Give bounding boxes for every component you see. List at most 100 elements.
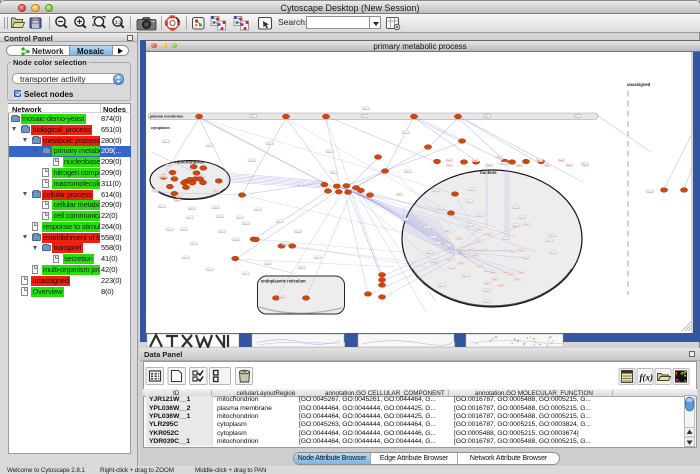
- svg-text:|--|: |--|: [362, 116, 365, 118]
- svg-text:Gen-1: Gen-1: [467, 201, 474, 203]
- svg-text:Gen-1: Gen-1: [477, 215, 484, 217]
- svg-text:Gen1: Gen1: [478, 266, 484, 268]
- svg-text:Gen1: Gen1: [445, 231, 451, 233]
- svg-text:Gen-1: Gen-1: [219, 231, 226, 233]
- svg-text:Gen-1: Gen-1: [295, 231, 302, 233]
- svg-text:nucleus: nucleus: [480, 170, 497, 175]
- svg-text:Gen1: Gen1: [537, 160, 543, 162]
- svg-text:Gen-1: Gen-1: [265, 263, 272, 265]
- svg-text:Gen1: Gen1: [511, 251, 517, 253]
- svg-text:Gen1: Gen1: [447, 165, 453, 167]
- svg-text:Gen1: Gen1: [559, 160, 565, 162]
- svg-text:Gen1: Gen1: [477, 229, 483, 231]
- svg-text:|--|: |--|: [485, 116, 488, 118]
- svg-text:Gen1: Gen1: [524, 224, 530, 226]
- svg-text:Gen-1: Gen-1: [331, 172, 338, 174]
- svg-text:Gen-1: Gen-1: [267, 143, 274, 145]
- svg-text:Gen1: Gen1: [153, 190, 159, 192]
- svg-text:Gen-1: Gen-1: [167, 229, 174, 231]
- svg-text:Gen-1: Gen-1: [547, 240, 554, 242]
- svg-text:Gen1: Gen1: [457, 238, 463, 240]
- svg-text:Gen-1: Gen-1: [191, 243, 198, 245]
- svg-text:Gen-1: Gen-1: [550, 235, 557, 237]
- svg-text:Gen1: Gen1: [493, 279, 499, 281]
- svg-text:Gen1: Gen1: [519, 272, 525, 274]
- svg-text:unassigned: unassigned: [627, 82, 651, 87]
- svg-text:Gen-1: Gen-1: [513, 225, 520, 227]
- svg-text:Gen-1: Gen-1: [297, 184, 304, 186]
- svg-text:Gen-1: Gen-1: [438, 208, 445, 210]
- svg-text:Gen1: Gen1: [447, 160, 453, 162]
- svg-text:Gen-1: Gen-1: [469, 189, 476, 191]
- svg-text:Gen-1: Gen-1: [550, 252, 557, 254]
- svg-text:Gen1: Gen1: [473, 255, 479, 257]
- svg-text:Gen1: Gen1: [161, 176, 167, 178]
- svg-text:Gen1: Gen1: [175, 200, 181, 202]
- svg-text:Gen-1: Gen-1: [405, 171, 412, 173]
- svg-text:1:1: 1:1: [115, 19, 122, 24]
- svg-text:mitochondrion: mitochondrion: [174, 160, 205, 165]
- svg-text:Gen-1: Gen-1: [513, 207, 520, 209]
- svg-text:Gen1: Gen1: [583, 165, 589, 167]
- svg-text:Gen-1: Gen-1: [187, 217, 194, 219]
- svg-text:Gen1: Gen1: [509, 274, 515, 276]
- svg-text:Gen1: Gen1: [497, 157, 503, 159]
- svg-text:Gen-1: Gen-1: [243, 273, 250, 275]
- svg-text:Gen-1: Gen-1: [647, 191, 654, 193]
- svg-text:|--|: |--|: [251, 116, 254, 118]
- svg-text:Gen-1: Gen-1: [431, 237, 438, 239]
- svg-text:Gen-1: Gen-1: [249, 160, 256, 162]
- svg-text:Gen1: Gen1: [459, 263, 465, 265]
- svg-text:Gen-1: Gen-1: [503, 238, 510, 240]
- svg-text:Gen-1: Gen-1: [163, 141, 170, 143]
- svg-text:Gen1: Gen1: [214, 191, 220, 193]
- svg-text:Gen1: Gen1: [469, 249, 475, 251]
- svg-text:Gen-1: Gen-1: [207, 269, 214, 271]
- svg-text:Gen-1: Gen-1: [277, 221, 284, 223]
- svg-text:Gen-1: Gen-1: [181, 229, 188, 231]
- svg-text:Gen-1: Gen-1: [484, 301, 491, 303]
- svg-text:Gen1: Gen1: [397, 194, 403, 196]
- svg-text:Gen-1: Gen-1: [519, 217, 526, 219]
- svg-text:Gen-1: Gen-1: [501, 163, 508, 165]
- svg-text:Gen1: Gen1: [464, 256, 470, 258]
- svg-text:Gen-1: Gen-1: [255, 209, 262, 211]
- svg-text:endoplasmic reticulum: endoplasmic reticulum: [261, 279, 306, 284]
- svg-text:Gen-1: Gen-1: [283, 243, 290, 245]
- svg-text:Gen-1: Gen-1: [233, 239, 240, 241]
- svg-text:Gen1: Gen1: [491, 272, 497, 274]
- svg-text:Gen-1: Gen-1: [299, 267, 306, 269]
- svg-text:Gen-1: Gen-1: [425, 227, 432, 229]
- svg-text:Gen1: Gen1: [517, 165, 523, 167]
- svg-text:Gen-1: Gen-1: [183, 257, 190, 259]
- svg-text:f(x): f(x): [640, 372, 654, 382]
- svg-text:Gen1: Gen1: [473, 160, 479, 162]
- svg-text:Gen-1: Gen-1: [213, 207, 220, 209]
- svg-text:Gen-1: Gen-1: [243, 223, 250, 225]
- svg-text:Gen1: Gen1: [477, 241, 483, 243]
- svg-text:Gen1: Gen1: [177, 196, 183, 198]
- svg-text:Gen1: Gen1: [447, 259, 453, 261]
- svg-text:Gen1: Gen1: [567, 165, 573, 167]
- svg-text:Gen-1: Gen-1: [449, 267, 456, 269]
- svg-text:Gen-1: Gen-1: [427, 252, 434, 254]
- svg-text:|--|: |--|: [575, 116, 578, 118]
- svg-text:Gen-1: Gen-1: [217, 216, 224, 218]
- svg-text:Gen1: Gen1: [487, 165, 493, 167]
- svg-text:Gen1: Gen1: [485, 283, 491, 285]
- svg-text:Gen-1: Gen-1: [467, 225, 474, 227]
- svg-text:Gen-1: Gen-1: [327, 151, 334, 153]
- svg-text:Gen-1: Gen-1: [435, 243, 442, 245]
- svg-text:Gen1: Gen1: [483, 250, 489, 252]
- svg-text:Gen-1: Gen-1: [403, 219, 410, 221]
- svg-text:Gen1: Gen1: [499, 285, 505, 287]
- svg-text:Gen1: Gen1: [452, 252, 458, 254]
- svg-text:Gen1: Gen1: [545, 165, 551, 167]
- svg-text:Gen-1: Gen-1: [363, 108, 370, 110]
- svg-text:Gen-1: Gen-1: [484, 290, 491, 292]
- svg-text:Gen1: Gen1: [515, 279, 521, 281]
- svg-text:Gen-1: Gen-1: [403, 132, 410, 134]
- svg-text:Gen1: Gen1: [459, 249, 465, 251]
- svg-text:Gen-1: Gen-1: [439, 285, 446, 287]
- svg-text:Gen-1: Gen-1: [431, 261, 438, 263]
